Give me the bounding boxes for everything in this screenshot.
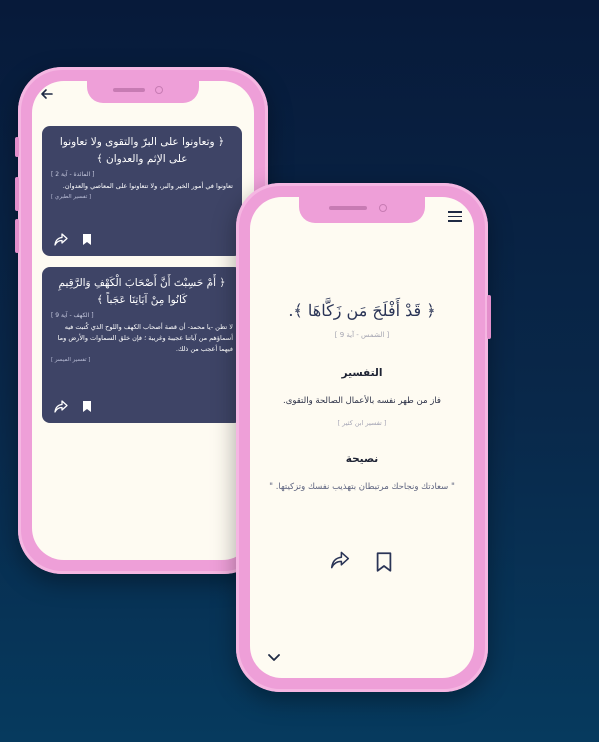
menu-icon[interactable] xyxy=(448,211,462,223)
card-tafsir-source: [ تفسير الميسر ] xyxy=(51,357,91,363)
tafsir-source: [ تفسير ابن كثير ] xyxy=(337,419,387,427)
notch xyxy=(299,197,425,223)
advice-text: " سعادتك ونجاحك مرتبطان بتهذيب نفسك وتزك… xyxy=(269,482,455,492)
verse-ref: [ الشمس - آية 9 ] xyxy=(334,331,390,339)
share-icon[interactable] xyxy=(54,233,68,246)
phone-verse-detail: ﴿ قَدْ أَفْلَحَ مَن زَكَّاهَا ﴾. [ الشمس… xyxy=(236,183,491,692)
card-verse: ﴿ وتعاونوا على البرّ والتقوى ولا تعاونوا… xyxy=(59,136,225,165)
share-icon[interactable] xyxy=(54,400,68,413)
verse-text: ﴿ قَدْ أَفْلَحَ مَن زَكَّاهَا ﴾. xyxy=(288,301,436,320)
bookmark-icon[interactable] xyxy=(376,551,392,577)
card-actions xyxy=(54,233,92,246)
card-actions xyxy=(54,400,92,413)
card-tafsir: تعاونوا في أمور الخير والبر، ولا تتعاونو… xyxy=(62,182,233,190)
side-button xyxy=(15,137,19,157)
advice-title: نصيحة xyxy=(345,453,379,465)
side-button xyxy=(15,219,19,253)
speaker xyxy=(329,206,367,210)
bookmark-icon[interactable] xyxy=(82,233,92,246)
card-verse: ﴿ أَمْ حَسِبْتَ أَنَّ أَصْحَابَ الْكَهْف… xyxy=(58,277,226,306)
tafsir-text: فاز من طهر نفسه بالأعمال الصالحة والتقوى… xyxy=(283,396,441,406)
side-button xyxy=(15,177,19,211)
camera xyxy=(155,86,163,94)
tafsir-title: التفسير xyxy=(341,367,383,379)
card-verse-ref: [ المائدة - آية 2 ] xyxy=(51,171,95,178)
chevron-down-icon[interactable] xyxy=(268,647,280,666)
phone-saved-list: المفضلات ﴿ وتعاونوا على البرّ والتقوى ول… xyxy=(15,67,268,574)
card-verse-ref: [ الكهف - آية 9 ] xyxy=(51,312,94,319)
saved-card[interactable]: ﴿ أَمْ حَسِبْتَ أَنَّ أَصْحَابَ الْكَهْف… xyxy=(42,267,242,423)
verse-screen: ﴿ قَدْ أَفْلَحَ مَن زَكَّاهَا ﴾. [ الشمس… xyxy=(250,197,474,678)
share-icon[interactable] xyxy=(330,551,350,577)
speaker xyxy=(113,88,145,92)
side-button xyxy=(487,295,491,339)
notch xyxy=(87,81,199,103)
camera xyxy=(379,204,387,212)
card-tafsir: لا تظن -يا محمد- أن قصة أصحاب الكهف والل… xyxy=(57,323,233,353)
saved-screen: المفضلات ﴿ وتعاونوا على البرّ والتقوى ول… xyxy=(32,81,254,560)
card-tafsir-source: [ تفسير الطبري ] xyxy=(51,194,92,200)
bookmark-icon[interactable] xyxy=(82,400,92,413)
back-arrow-icon[interactable] xyxy=(40,87,56,103)
verse-actions xyxy=(330,551,392,577)
saved-card[interactable]: ﴿ وتعاونوا على البرّ والتقوى ولا تعاونوا… xyxy=(42,126,242,256)
